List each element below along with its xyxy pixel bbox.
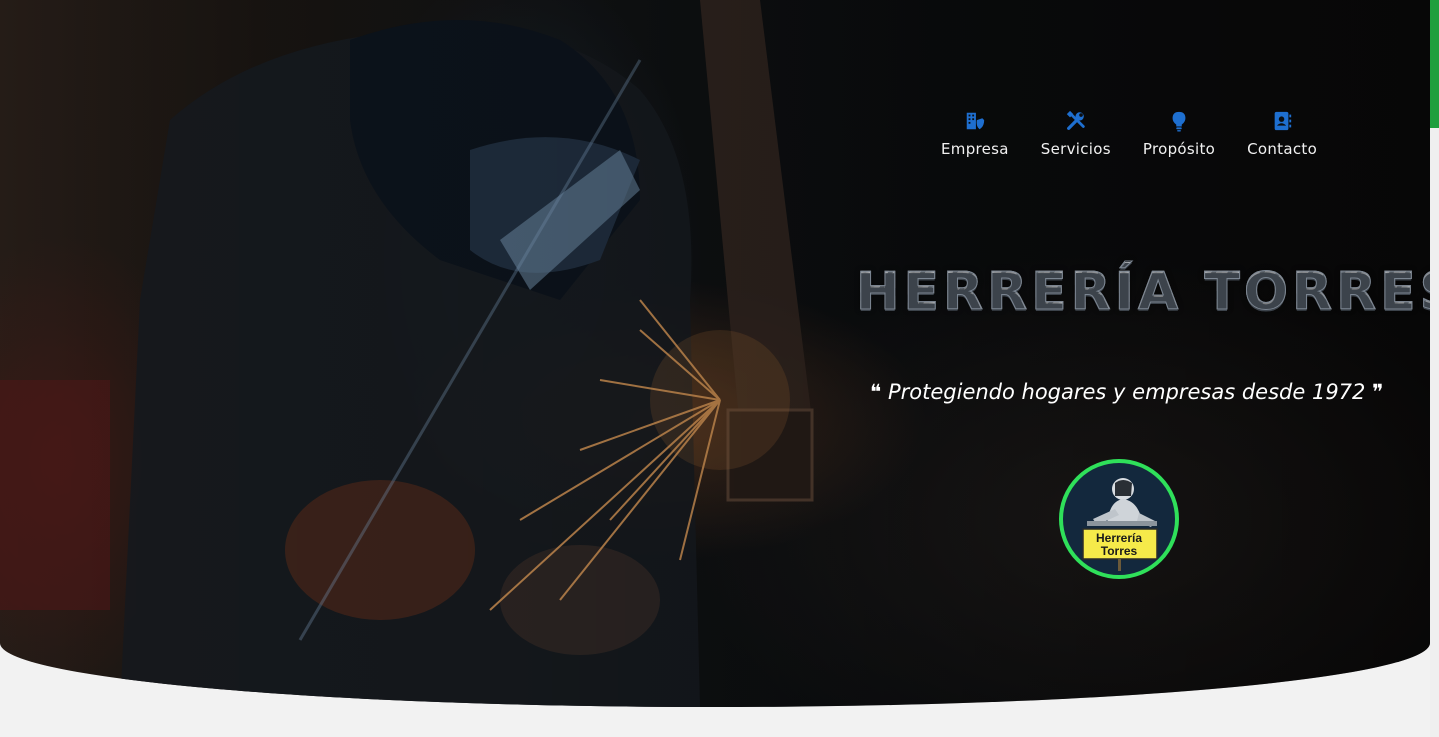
main-nav: Empresa Servicios Propósito Contacto xyxy=(925,110,1333,158)
nav-label: Servicios xyxy=(1040,140,1111,158)
logo-text: Herrería xyxy=(1095,531,1143,545)
company-logo[interactable]: Herrería Torres xyxy=(1059,459,1179,579)
nav-label: Empresa xyxy=(941,140,1009,158)
tools-icon xyxy=(1066,110,1085,130)
hero-overlay xyxy=(0,0,1430,707)
hero-banner xyxy=(0,0,1430,707)
nav-item-contacto[interactable]: Contacto xyxy=(1231,110,1333,158)
nav-item-empresa[interactable]: Empresa xyxy=(925,110,1025,158)
lightbulb-icon xyxy=(1172,111,1186,132)
building-shield-icon xyxy=(966,112,985,130)
nav-item-servicios[interactable]: Servicios xyxy=(1025,110,1127,158)
page-scrollbar[interactable] xyxy=(1430,0,1439,737)
nav-item-proposito[interactable]: Propósito xyxy=(1127,110,1231,158)
nav-label: Contacto xyxy=(1247,140,1318,158)
nav-label: Propósito xyxy=(1142,140,1216,158)
page-title: HERRERÍA TORRES xyxy=(855,262,1439,323)
scrollbar-thumb[interactable] xyxy=(1430,0,1439,128)
welder-logo-illustration xyxy=(1082,478,1158,571)
logo-text: Torres xyxy=(1100,544,1138,558)
hero-tagline: ❝ Protegiendo hogares y empresas desde 1… xyxy=(870,380,1384,404)
contact-book-icon xyxy=(1274,111,1292,131)
